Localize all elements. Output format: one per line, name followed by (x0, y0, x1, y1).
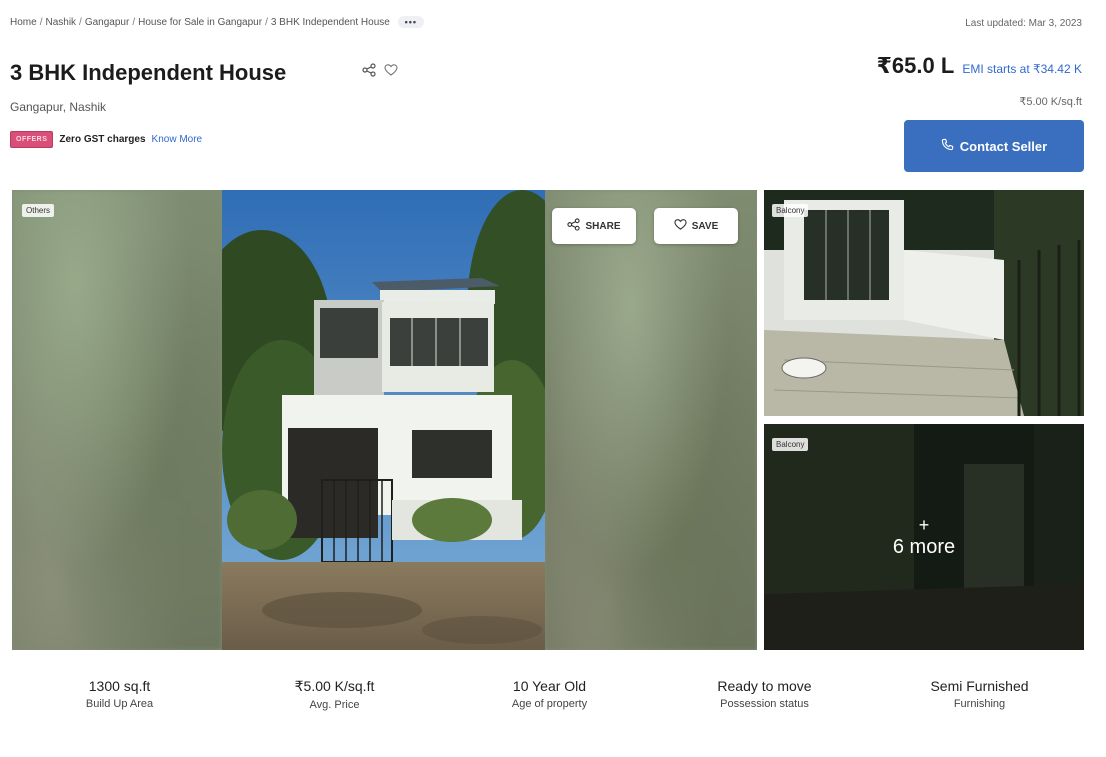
price-row: ₹65.0 L EMI starts at ₹34.42 K (877, 53, 1082, 79)
breadcrumb-house-for-sale[interactable]: House for Sale in Gangapur (138, 17, 262, 28)
share-icon (567, 218, 581, 234)
photo-category-tag: Balcony (772, 204, 809, 217)
contact-seller-button[interactable]: Contact Seller (904, 120, 1084, 172)
listing-location: Gangapur, Nashik (10, 100, 107, 114)
blurred-background-right (545, 190, 757, 650)
stat-label: Build Up Area (85, 698, 154, 710)
stat-label: Avg. Price (309, 699, 360, 711)
stat-label: Furnishing (953, 698, 1006, 710)
price-per-sqft: ₹5.00 K/sq.ft (1019, 96, 1082, 108)
stat-value: ₹5.00 K/sq.ft (294, 678, 375, 694)
share-label: SHARE (585, 220, 621, 232)
stat-value: 1300 sq.ft (88, 678, 151, 694)
save-label: SAVE (691, 220, 719, 232)
know-more-link[interactable]: Know More (152, 134, 203, 145)
side-gallery-image-balcony[interactable]: Balcony (764, 190, 1084, 416)
last-updated: Last updated: Mar 3, 2023 (965, 18, 1082, 29)
save-button[interactable]: SAVE (654, 208, 738, 244)
stat-value: 10 Year Old (512, 678, 587, 694)
stat-furnishing: Semi Furnished Furnishing (872, 678, 1087, 711)
breadcrumb-nashik[interactable]: Nashik (45, 17, 76, 28)
breadcrumb: Home / Nashik / Gangapur / House for Sal… (10, 16, 424, 28)
contact-seller-label: Contact Seller (959, 138, 1048, 154)
heart-icon[interactable] (384, 63, 398, 77)
stat-possession-status: Ready to move Possession status (657, 678, 872, 711)
photo-category-tag: Others (22, 204, 55, 217)
more-photos-label: 6 more (892, 535, 956, 558)
property-stats: 1300 sq.ft Build Up Area ₹5.00 K/sq.ft A… (12, 678, 1088, 711)
stat-label: Possession status (720, 698, 809, 710)
breadcrumb-current: 3 BHK Independent House (270, 16, 390, 28)
share-button[interactable]: SHARE (552, 208, 636, 244)
emi-link[interactable]: EMI starts at ₹34.42 K (962, 62, 1082, 76)
breadcrumb-separator: / (39, 16, 43, 28)
offers-text: Zero GST charges (59, 134, 146, 145)
offers-badge: OFFERS (10, 131, 54, 148)
side-gallery-image-more[interactable]: Balcony + 6 more (764, 424, 1084, 650)
title-actions (362, 63, 398, 77)
phone-icon (941, 138, 954, 154)
plus-icon: + (918, 514, 930, 535)
breadcrumb-separator: / (79, 16, 82, 28)
stat-value: Semi Furnished (930, 678, 1029, 694)
breadcrumb-separator: / (265, 16, 268, 28)
photo-category-tag: Balcony (772, 438, 809, 451)
heart-icon (674, 218, 687, 234)
blurred-background-left (12, 190, 222, 650)
main-gallery-image[interactable]: Others SHARE SAVE (12, 190, 757, 650)
breadcrumb-gangapur[interactable]: Gangapur (85, 17, 129, 28)
breadcrumb-home[interactable]: Home (10, 17, 37, 28)
breadcrumb-more-button[interactable]: ••• (397, 16, 424, 28)
share-icon[interactable] (362, 63, 376, 77)
stat-value: Ready to move (717, 678, 812, 694)
house-photo (222, 190, 545, 650)
listing-title: 3 BHK Independent House (10, 60, 287, 85)
breadcrumb-separator: / (132, 16, 136, 28)
listing-price: ₹65.0 L (876, 53, 955, 78)
stat-build-up-area: 1300 sq.ft Build Up Area (12, 678, 227, 711)
more-photos-overlay[interactable]: + 6 more (764, 424, 1084, 650)
stat-avg-price: ₹5.00 K/sq.ft Avg. Price (227, 678, 442, 711)
offers-row: OFFERS Zero GST charges Know More (10, 131, 202, 148)
stat-label: Age of property (511, 698, 588, 710)
stat-age-of-property: 10 Year Old Age of property (442, 678, 657, 711)
